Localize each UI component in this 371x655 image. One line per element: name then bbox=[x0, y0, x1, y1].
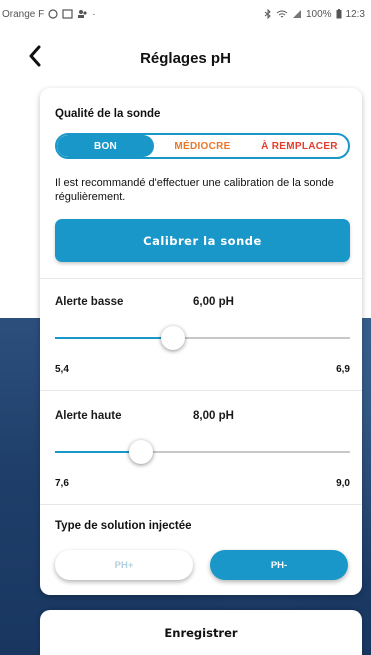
quality-option-medium[interactable]: MÉDIOCRE bbox=[154, 135, 251, 157]
more-dot-icon: · bbox=[92, 8, 96, 20]
divider bbox=[40, 278, 362, 279]
low-alert-row: Alerte basse 6,00 pH bbox=[55, 296, 350, 308]
high-alert-slider[interactable] bbox=[55, 440, 350, 464]
low-alert-slider[interactable] bbox=[55, 326, 350, 350]
probe-quality-selector: BON MÉDIOCRE À REMPLACER bbox=[55, 133, 350, 159]
low-alert-max: 6,9 bbox=[336, 364, 350, 375]
low-alert-value: 6,00 pH bbox=[193, 296, 234, 308]
status-left: Orange F · bbox=[2, 9, 96, 20]
high-alert-value: 8,00 pH bbox=[193, 410, 234, 422]
divider bbox=[40, 504, 362, 505]
battery-icon bbox=[336, 8, 342, 20]
divider bbox=[40, 390, 362, 391]
slider-thumb[interactable] bbox=[128, 440, 153, 464]
slider-fill bbox=[55, 451, 141, 453]
solution-type-label: Type de solution injectée bbox=[55, 520, 192, 532]
calibrate-probe-button[interactable]: Calibrer la sonde bbox=[55, 219, 350, 262]
save-button[interactable]: Enregistrer bbox=[40, 610, 362, 655]
settings-card: Qualité de la sonde BON MÉDIOCRE À REMPL… bbox=[40, 88, 362, 595]
high-alert-row: Alerte haute 8,00 pH bbox=[55, 410, 350, 422]
status-right: 100% 12:3 bbox=[264, 9, 365, 20]
gallery-icon bbox=[62, 9, 73, 20]
bluetooth-icon bbox=[264, 8, 272, 20]
people-icon bbox=[77, 9, 88, 20]
battery-level: 100% bbox=[305, 8, 332, 20]
status-bar: Orange F · 100% 12:3 bbox=[0, 0, 371, 28]
high-alert-label: Alerte haute bbox=[55, 410, 122, 422]
header: Réglages pH bbox=[0, 28, 371, 90]
page-title: Réglages pH bbox=[140, 50, 231, 67]
wifi-icon bbox=[276, 9, 288, 20]
signal-icon bbox=[292, 9, 302, 20]
high-alert-min: 7,6 bbox=[55, 478, 69, 489]
probe-quality-label: Qualité de la sonde bbox=[55, 108, 161, 120]
low-alert-min: 5,4 bbox=[55, 364, 69, 375]
quality-option-replace[interactable]: À REMPLACER bbox=[251, 135, 348, 157]
low-alert-label: Alerte basse bbox=[55, 296, 124, 308]
notification-icon bbox=[48, 9, 58, 20]
slider-fill bbox=[55, 337, 173, 339]
quality-option-good[interactable]: BON bbox=[57, 135, 154, 157]
high-alert-max: 9,0 bbox=[336, 478, 350, 489]
clock: 12:3 bbox=[345, 8, 365, 20]
solution-option-ph-minus[interactable]: PH- bbox=[210, 550, 348, 580]
carrier-name: Orange F bbox=[2, 8, 45, 20]
slider-thumb[interactable] bbox=[161, 326, 185, 350]
solution-option-ph-plus[interactable]: PH+ bbox=[55, 550, 193, 580]
calibration-info-text: Il est recommandé d'effectuer une calibr… bbox=[55, 177, 334, 203]
